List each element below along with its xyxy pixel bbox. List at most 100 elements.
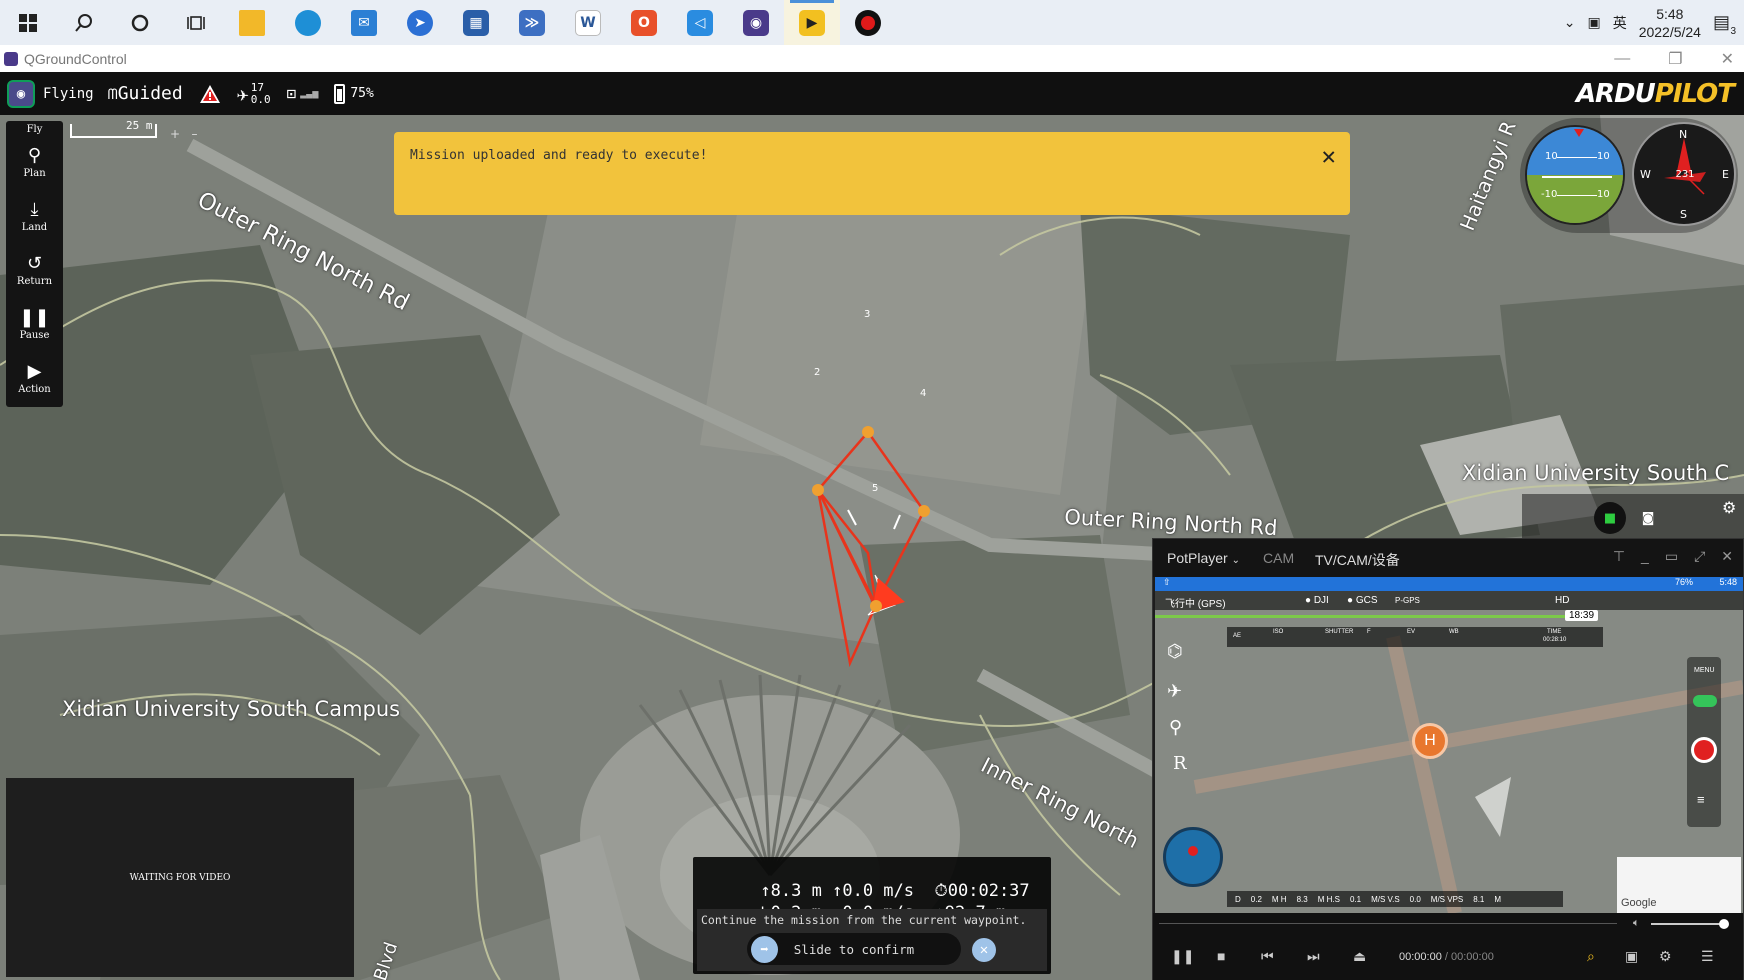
- powershell-icon[interactable]: ≫: [504, 0, 560, 45]
- pp-settings-icon[interactable]: ⚙: [1659, 948, 1672, 965]
- dji-menu-button[interactable]: MENU: [1694, 667, 1715, 674]
- cortana-icon[interactable]: [112, 0, 168, 45]
- pp-menu-icon[interactable]: ☰: [1701, 948, 1714, 965]
- potplayer-taskbar-icon[interactable]: ▶: [784, 0, 840, 45]
- camera-settings-icon[interactable]: ⚙: [1722, 498, 1736, 517]
- dji-radar-icon[interactable]: [1163, 827, 1223, 887]
- store-icon[interactable]: ▦: [448, 0, 504, 45]
- pp-close-icon[interactable]: ✕: [1721, 548, 1733, 565]
- guided-confirm-bar: Continue the mission from the current wa…: [697, 909, 1047, 971]
- qgc-menu-icon[interactable]: ◉: [7, 79, 35, 108]
- notification-count: 3: [1730, 26, 1736, 37]
- rc-rssi-indicator[interactable]: ⊡ ▂▃▅: [287, 84, 319, 103]
- waypoint-2-label[interactable]: 2: [814, 367, 820, 378]
- dji-top-bar: ⇧ 76% 5:48: [1155, 577, 1743, 591]
- next-icon[interactable]: ⏭︎: [1307, 948, 1320, 965]
- waypoint-4-label[interactable]: 4: [920, 388, 926, 399]
- camera-controls: ■ ◙ ⚙: [1522, 494, 1744, 539]
- volume-icon[interactable]: 🔈︎: [1633, 917, 1640, 930]
- chevron-down-icon: ⌄: [1231, 555, 1240, 566]
- volume-knob[interactable]: [1719, 919, 1729, 929]
- pause-button[interactable]: ❚❚ Pause: [6, 297, 63, 351]
- notification-center-icon[interactable]: ▤ 3: [1713, 12, 1736, 37]
- fly-tool-header: Fly: [26, 124, 43, 135]
- mail-icon[interactable]: ✉: [336, 0, 392, 45]
- land-label: Land: [21, 221, 48, 233]
- pin-icon[interactable]: ⊤: [1613, 548, 1625, 565]
- video-mode-icon[interactable]: ■: [1594, 502, 1626, 534]
- dji-settings-icon[interactable]: ≡: [1697, 792, 1705, 807]
- search-icon[interactable]: [56, 0, 112, 45]
- network-icon[interactable]: ▣: [1587, 14, 1600, 31]
- flight-mode-selector[interactable]: ᗰGuided: [108, 83, 183, 104]
- plan-button[interactable]: ⚲ Plan: [6, 135, 63, 189]
- maximize-icon[interactable]: ❐: [1668, 49, 1682, 69]
- plan-label: Plan: [23, 167, 46, 179]
- waypoint-3-label[interactable]: 3: [864, 309, 870, 320]
- potplayer-seek-bar[interactable]: 🔈︎: [1153, 913, 1743, 935]
- gps-indicator[interactable]: ✈ 17 0.0: [237, 81, 271, 106]
- dji-location-icon[interactable]: ⚲: [1169, 717, 1182, 738]
- record-app-icon[interactable]: [840, 0, 896, 45]
- waypoint-5-label[interactable]: 5: [872, 483, 878, 494]
- system-tray: ⌄ ▣ 英 5:48 2022/5/24 ▤ 3: [1564, 0, 1744, 45]
- eject-icon[interactable]: ⏏︎: [1353, 948, 1366, 965]
- system-clock[interactable]: 5:48 2022/5/24: [1639, 5, 1701, 41]
- slide-to-confirm-slider[interactable]: ➡ Slide to confirm: [747, 933, 961, 965]
- camera-photo-icon[interactable]: ◙: [1632, 502, 1664, 534]
- screen-icon[interactable]: ▣: [1625, 948, 1638, 965]
- previous-icon[interactable]: ⏮︎: [1261, 948, 1274, 965]
- edge-browser-icon[interactable]: [280, 0, 336, 45]
- pp-maximize-icon[interactable]: ▭: [1665, 548, 1678, 565]
- qgroundcontrol-taskbar-icon[interactable]: ◉: [728, 0, 784, 45]
- flight-mode-label: Guided: [117, 83, 183, 104]
- word-app-icon[interactable]: W: [560, 0, 616, 45]
- dji-record-button[interactable]: [1691, 737, 1717, 763]
- dji-takeoff-icon[interactable]: ⌬: [1167, 641, 1183, 662]
- dji-minimap[interactable]: Google: [1617, 857, 1741, 913]
- slider-label: Slide to confirm: [793, 941, 915, 957]
- mission-notification: Mission uploaded and ready to execute! ✕: [394, 132, 1350, 215]
- dji-photo-video-toggle[interactable]: [1693, 695, 1717, 707]
- battery-percent: 75%: [350, 86, 374, 101]
- task-view-icon[interactable]: [168, 0, 224, 45]
- vscode-icon[interactable]: ◁: [672, 0, 728, 45]
- tab-cam[interactable]: CAM: [1263, 550, 1294, 566]
- pp-minimize-icon[interactable]: _: [1641, 548, 1649, 565]
- close-notification-icon[interactable]: ✕: [1322, 142, 1336, 170]
- playlist-search-icon[interactable]: ⌕: [1587, 948, 1595, 965]
- volume-slider[interactable]: [1651, 923, 1723, 925]
- dji-waypoint-icon[interactable]: ✈: [1167, 681, 1182, 702]
- pinned-app-icon[interactable]: ➤: [392, 0, 448, 45]
- chevron-up-icon[interactable]: ⌄: [1564, 14, 1576, 31]
- windows-start-icon[interactable]: [0, 0, 56, 45]
- video-widget[interactable]: WAITING FOR VIDEO: [6, 778, 354, 977]
- battery-icon: [334, 83, 346, 104]
- zoom-controls[interactable]: + –: [170, 127, 198, 141]
- pp-fullscreen-icon[interactable]: ⤢: [1694, 548, 1705, 565]
- slider-arrow-icon[interactable]: ➡: [751, 936, 778, 963]
- dji-battery: 76%: [1674, 577, 1693, 587]
- pause-label: Pause: [19, 329, 50, 341]
- battery-indicator[interactable]: 75%: [334, 83, 374, 104]
- office-icon[interactable]: O: [616, 0, 672, 45]
- potplayer-menu[interactable]: PotPlayer ⌄: [1167, 550, 1240, 566]
- clock-date: 2022/5/24: [1638, 23, 1701, 40]
- flight-status[interactable]: Flying: [43, 86, 94, 102]
- tab-tv-cam-device[interactable]: TV/CAM/设备: [1315, 550, 1400, 570]
- pause-video-icon[interactable]: ❚❚: [1171, 948, 1194, 965]
- minimize-icon[interactable]: —: [1614, 50, 1630, 68]
- close-window-icon[interactable]: ✕: [1721, 49, 1734, 69]
- dji-r-label[interactable]: R: [1173, 753, 1187, 774]
- place-label-xidian-right: Xidian University South C: [1462, 461, 1730, 485]
- file-explorer-icon[interactable]: [224, 0, 280, 45]
- potplayer-controls: ❚❚ ■ ⏮︎ ⏭︎ ⏏︎ 00:00:00 / 00:00:00 ⌕ ▣ ⚙ …: [1153, 935, 1743, 980]
- action-button[interactable]: ▶ Action: [6, 351, 63, 405]
- cancel-confirm-icon[interactable]: ✕: [972, 938, 996, 962]
- dji-video-feed: ⇧ 76% 5:48 飞行中 (GPS) ● DJI ● GCS P-GPS H…: [1155, 577, 1743, 913]
- stop-icon[interactable]: ■: [1217, 948, 1225, 964]
- return-button[interactable]: ↺ Return: [6, 243, 63, 297]
- ime-indicator[interactable]: 英: [1613, 13, 1627, 33]
- land-button[interactable]: ⤓ Land: [6, 189, 63, 243]
- messages-indicator[interactable]: [199, 84, 221, 104]
